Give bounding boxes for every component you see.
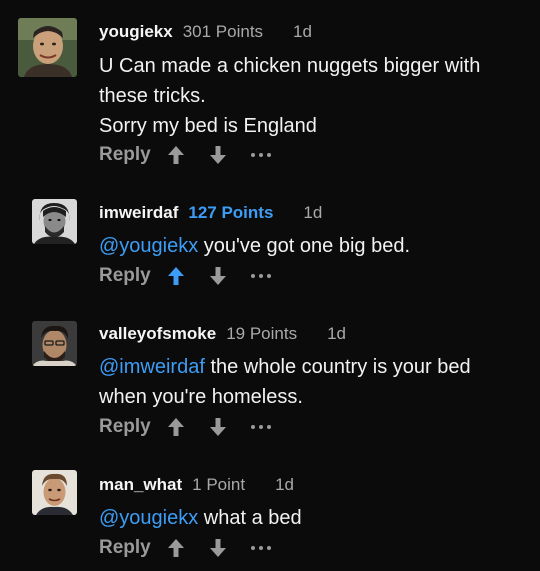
more-options-icon[interactable] xyxy=(250,265,271,287)
comment-text: what a bed xyxy=(198,507,302,529)
arrow-down-icon[interactable] xyxy=(207,537,229,559)
user-mention[interactable]: @yougiekx xyxy=(99,507,198,529)
comment-body: U Can made a chicken nuggets bigger with… xyxy=(99,51,519,141)
comment-body: @imweirdaf the whole country is your bed… xyxy=(99,352,519,412)
points: 19 Points xyxy=(226,324,298,343)
timestamp: 1d xyxy=(293,22,312,41)
comment: imweirdaf 127 Points 1d @yougiekx you've g… xyxy=(0,180,540,310)
comment-actions: Reply xyxy=(99,414,271,440)
more-options-icon[interactable] xyxy=(250,537,271,559)
more-options-icon[interactable] xyxy=(250,416,271,438)
comment-actions: Reply xyxy=(99,142,271,168)
user-photo-icon xyxy=(32,470,77,515)
comment: yougiekx 301 Points 1d U Can made a chicke… xyxy=(0,0,540,180)
avatar[interactable] xyxy=(32,470,77,515)
timestamp: 1d xyxy=(303,203,323,222)
avatar[interactable] xyxy=(18,18,77,77)
timestamp: 1d xyxy=(327,324,346,343)
reply-button[interactable]: Reply xyxy=(99,144,151,166)
username[interactable]: imweirdaf xyxy=(99,203,178,222)
comment-line: @yougiekx what a bed xyxy=(99,503,519,533)
comment-body: @yougiekx you've got one big bed. xyxy=(99,231,519,261)
arrow-up-icon[interactable] xyxy=(165,265,187,287)
arrow-down-icon[interactable] xyxy=(207,265,229,287)
comment-line: U Can made a chicken nuggets bigger with… xyxy=(99,51,519,111)
reply-button[interactable]: Reply xyxy=(99,537,151,559)
user-photo-icon xyxy=(18,18,77,77)
username[interactable]: valleyofsmoke xyxy=(99,324,216,343)
comment-text: you've got one big bed. xyxy=(198,235,411,257)
username[interactable]: yougiekx xyxy=(99,22,173,41)
points: 1 Point xyxy=(192,475,246,494)
comment-text: Sorry my bed is England xyxy=(99,115,317,137)
username[interactable]: man_what xyxy=(99,475,182,494)
user-mention[interactable]: @yougiekx xyxy=(99,235,198,257)
comment-meta: imweirdaf 127 Points 1d xyxy=(99,203,322,223)
arrow-up-icon[interactable] xyxy=(165,537,187,559)
points: 301 Points xyxy=(182,22,264,41)
reply-button[interactable]: Reply xyxy=(99,416,151,438)
comment: valleyofsmoke 19 Points 1d @imweirdaf the … xyxy=(0,310,540,460)
avatar[interactable] xyxy=(32,199,77,244)
timestamp: 1d xyxy=(275,475,294,494)
arrow-down-icon[interactable] xyxy=(207,416,229,438)
comment-line: Sorry my bed is England xyxy=(99,111,519,141)
arrow-up-icon[interactable] xyxy=(165,144,187,166)
reply-button[interactable]: Reply xyxy=(99,265,151,287)
comment-line: @imweirdaf the whole country is your bed… xyxy=(99,352,519,412)
comment-actions: Reply xyxy=(99,263,271,289)
avatar[interactable] xyxy=(32,321,77,366)
comment: man_what 1 Point 1d @yougiekx what a bed R… xyxy=(0,460,540,571)
user-photo-icon xyxy=(32,321,77,366)
comment-meta: yougiekx 301 Points 1d xyxy=(99,22,312,42)
more-options-icon[interactable] xyxy=(250,144,271,166)
comment-line: @yougiekx you've got one big bed. xyxy=(99,231,519,261)
comment-meta: man_what 1 Point 1d xyxy=(99,475,294,495)
comment-meta: valleyofsmoke 19 Points 1d xyxy=(99,324,346,344)
user-photo-icon xyxy=(32,199,77,244)
arrow-up-icon[interactable] xyxy=(165,416,187,438)
comment-body: @yougiekx what a bed xyxy=(99,503,519,533)
comment-text: U Can made a chicken nuggets bigger with… xyxy=(99,55,481,107)
user-mention[interactable]: @imweirdaf xyxy=(99,356,205,378)
arrow-down-icon[interactable] xyxy=(207,144,229,166)
points: 127 Points xyxy=(188,203,274,222)
comment-actions: Reply xyxy=(99,535,271,561)
